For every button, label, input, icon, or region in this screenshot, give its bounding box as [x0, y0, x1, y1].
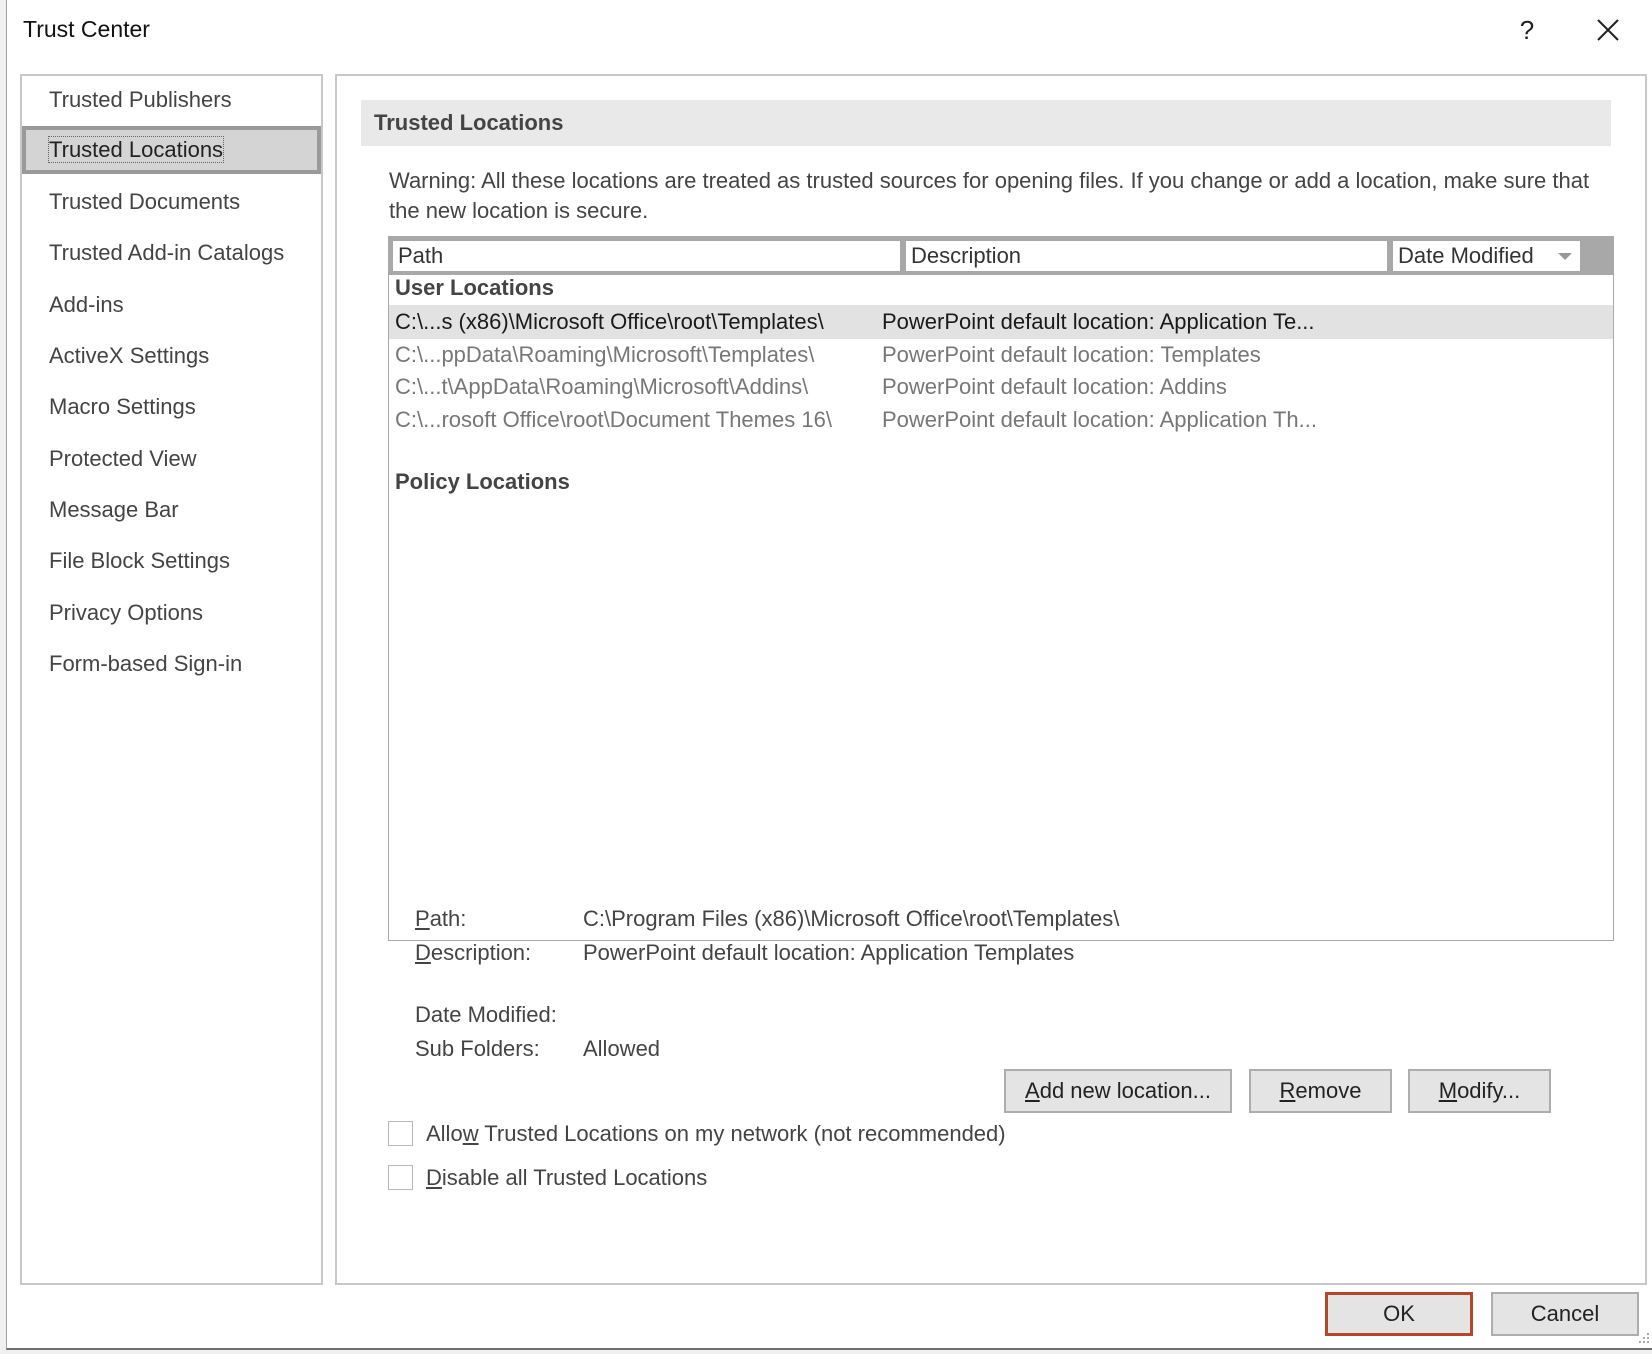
table-row[interactable]: C:\...s (x86)\Microsoft Office\root\Temp… — [389, 305, 1613, 339]
detail-path-value: C:\Program Files (x86)\Microsoft Office\… — [583, 906, 1120, 931]
sidebar-item-privacy-options[interactable]: Privacy Options — [22, 589, 321, 637]
cell-description: PowerPoint default location: Addins — [882, 374, 1227, 399]
sidebar-nav: Trusted Publishers Trusted Locations Tru… — [20, 74, 323, 1285]
detail-description-label: Description: — [415, 940, 532, 965]
cell-path: C:\...ppData\Roaming\Microsoft\Templates… — [395, 342, 815, 367]
section-title: Trusted Locations — [361, 100, 1611, 146]
sidebar-item-add-ins[interactable]: Add-ins — [22, 281, 321, 329]
cancel-button[interactable]: Cancel — [1491, 1292, 1639, 1336]
detail-date-modified-label: Date Modified: — [415, 1002, 557, 1027]
detail-sub-folders-label: Sub Folders: — [415, 1036, 540, 1061]
column-header-path[interactable]: Path — [393, 241, 900, 271]
sidebar-item-message-bar[interactable]: Message Bar — [22, 486, 321, 534]
column-header-date-modified[interactable]: Date Modified — [1393, 241, 1580, 271]
table-row[interactable]: C:\...rosoft Office\root\Document Themes… — [389, 403, 1613, 437]
list-header: Path Description Date Modified — [389, 237, 1613, 275]
trust-center-dialog: Trust Center ? Trusted Publishers Truste… — [6, 0, 1652, 1350]
cell-description: PowerPoint default location: Application… — [882, 407, 1317, 432]
table-row[interactable]: C:\...t\AppData\Roaming\Microsoft\Addins… — [389, 370, 1613, 404]
group-header-policy-locations: Policy Locations — [395, 469, 570, 494]
cell-path: C:\...s (x86)\Microsoft Office\root\Temp… — [395, 309, 824, 334]
detail-sub-folders-value: Allowed — [583, 1036, 661, 1061]
sidebar-item-protected-view[interactable]: Protected View — [22, 435, 321, 483]
add-new-location-button[interactable]: Add new location... — [1004, 1069, 1232, 1113]
dialog-title: Trust Center — [23, 16, 150, 42]
content-panel: Trusted Locations Warning: All these loc… — [335, 74, 1647, 1285]
sidebar-item-activex-settings[interactable]: ActiveX Settings — [22, 332, 321, 380]
resize-grip-icon[interactable] — [1638, 1332, 1650, 1344]
checkbox-box[interactable] — [388, 1121, 413, 1146]
table-row[interactable]: C:\...ppData\Roaming\Microsoft\Templates… — [389, 338, 1613, 372]
cell-description: PowerPoint default location: Templates — [882, 342, 1261, 367]
help-button[interactable]: ? — [1507, 10, 1547, 50]
warning-text: Warning: All these locations are treated… — [389, 168, 1590, 223]
modify-button[interactable]: Modify... — [1408, 1069, 1551, 1113]
disable-all-trusted-locations-checkbox[interactable]: Disable all Trusted Locations — [388, 1163, 788, 1193]
close-icon — [1597, 19, 1619, 41]
sidebar-item-trusted-publishers[interactable]: Trusted Publishers — [22, 76, 321, 124]
sidebar-item-macro-settings[interactable]: Macro Settings — [22, 383, 321, 431]
sidebar-item-trusted-locations[interactable]: Trusted Locations — [22, 126, 321, 174]
detail-description-value: PowerPoint default location: Application… — [583, 940, 1075, 965]
sidebar-item-file-block-settings[interactable]: File Block Settings — [22, 537, 321, 585]
detail-path-label: Path: — [415, 906, 467, 931]
allow-network-locations-checkbox[interactable]: Allow Trusted Locations on my network (n… — [388, 1119, 1088, 1149]
title-bar: Trust Center ? — [7, 0, 1652, 58]
sidebar-item-trusted-documents[interactable]: Trusted Documents — [22, 178, 321, 226]
trusted-locations-list[interactable]: Path Description Date Modified User Loca… — [388, 236, 1614, 941]
group-header-user-locations: User Locations — [395, 275, 554, 300]
sidebar-item-form-based-sign-in[interactable]: Form-based Sign-in — [22, 640, 321, 688]
ok-button[interactable]: OK — [1325, 1292, 1473, 1336]
sidebar-item-trusted-add-in-catalogs[interactable]: Trusted Add-in Catalogs — [22, 229, 321, 277]
cell-description: PowerPoint default location: Application… — [882, 309, 1315, 334]
sort-descending-icon — [1558, 253, 1572, 260]
checkbox-box[interactable] — [388, 1165, 413, 1190]
cell-path: C:\...rosoft Office\root\Document Themes… — [395, 407, 832, 432]
column-header-description[interactable]: Description — [906, 241, 1387, 271]
cell-path: C:\...t\AppData\Roaming\Microsoft\Addins… — [395, 374, 809, 399]
close-button[interactable] — [1585, 10, 1631, 50]
remove-button[interactable]: Remove — [1249, 1069, 1392, 1113]
